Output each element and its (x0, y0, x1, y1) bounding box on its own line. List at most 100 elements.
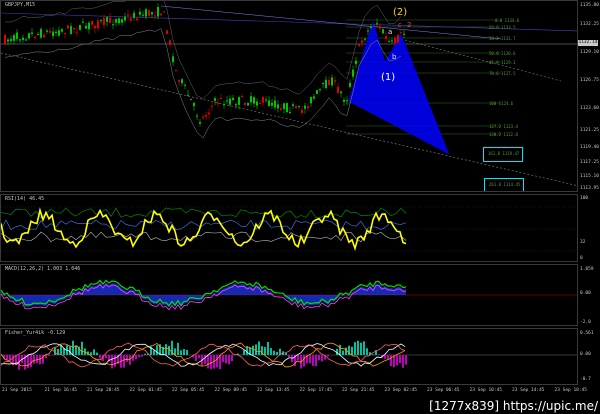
candle-body (265, 99, 267, 101)
candle-body (190, 99, 192, 101)
candle-body (220, 98, 222, 100)
fisher-bar (204, 355, 206, 365)
target-box-lower[interactable]: 261.8 1114.45 (484, 178, 524, 191)
candle-body (202, 116, 204, 118)
fisher-bar (402, 355, 404, 368)
rsi-band (1, 219, 407, 231)
fisher-bar (177, 342, 179, 355)
fisher-bar (111, 355, 113, 369)
candle-body (61, 29, 63, 32)
candle-body (211, 105, 213, 107)
fisher-bar (243, 350, 245, 355)
fisher-bar (342, 350, 344, 355)
fisher-bar (357, 340, 359, 355)
fisher-bar (81, 341, 83, 355)
macd-canvas (1, 279, 577, 311)
fisher-bar (387, 355, 389, 360)
current-price-marker: 1132.14 (578, 40, 598, 46)
candle-body (49, 30, 51, 33)
candle-body (280, 108, 282, 111)
fisher-bar (396, 355, 398, 366)
candle-body (223, 104, 225, 106)
fisher-bar (90, 352, 92, 355)
candle-body (226, 100, 228, 102)
wave-label-a: a (388, 28, 393, 36)
candle-body (130, 18, 132, 21)
candle-body (271, 102, 273, 106)
candle-body (340, 91, 342, 94)
fisher-bar (222, 355, 224, 363)
candle-body (244, 102, 246, 105)
fisher-bar (216, 355, 218, 368)
candle-body (37, 33, 39, 35)
candle-body (382, 29, 384, 34)
candle-body (160, 13, 162, 16)
candle-body (142, 14, 144, 16)
candle-body (259, 103, 261, 105)
price-chart-pane[interactable]: GBPJPY,M15 (2) (1) a b c 2 0.0 1134.6 23… (0, 0, 578, 192)
candle-body (148, 10, 150, 16)
target-box-label: 261.8 1114.45 (489, 182, 521, 187)
candle-body (328, 80, 330, 86)
candle-body (10, 38, 12, 42)
macd-tick: -2.0 (580, 320, 591, 325)
chart-symbol-label: GBPJPY,M15 (5, 2, 36, 8)
price-tick: 1117.25 (580, 160, 599, 165)
candle-body (175, 69, 177, 71)
fisher-tick: 0.00 (580, 352, 591, 357)
candle-body (22, 37, 24, 40)
time-label: 22 Sep 13:45 (257, 388, 290, 393)
fisher-bar (153, 350, 155, 355)
candle-body (286, 103, 288, 113)
fisher-indicator-pane[interactable]: Fisher_Yur4ik -0.129 (0, 328, 578, 385)
fisher-bar (45, 355, 47, 359)
fisher-bar (327, 355, 329, 357)
candle-body (121, 19, 123, 23)
wave-label-c: c (398, 21, 402, 29)
fisher-bar (228, 355, 230, 365)
candle-body (28, 33, 30, 39)
price-axis[interactable]: 1135.80 1132.25 1132.14 1129.10 1126.75 … (578, 0, 600, 394)
candle-body (133, 12, 135, 18)
candle-body (385, 36, 387, 40)
macd-label: MACD(12,26,2) 1.003 1.046 (5, 266, 81, 272)
target-box-upper[interactable]: 161.8 1119.47 (483, 147, 523, 162)
fisher-bar (144, 353, 146, 355)
candle-body (166, 30, 168, 34)
candle-body (238, 97, 240, 105)
fib-level-label: 78.6 1127.5 (489, 71, 516, 76)
fisher-bar (258, 341, 260, 355)
candle-body (331, 77, 333, 86)
rsi-indicator-pane[interactable]: RSI(14) 46.45 (0, 194, 578, 262)
fib-level-label: 0.0 1134.6 (495, 18, 520, 23)
fisher-bar (291, 355, 293, 363)
time-label: 23 Sep 18:45 (554, 388, 588, 393)
candle-body (316, 90, 318, 94)
candle-body (310, 97, 312, 104)
time-label: 23 Sep 06:45 (427, 388, 460, 393)
candle-body (235, 104, 237, 106)
candle-body (373, 25, 375, 27)
fisher-bar (390, 355, 392, 367)
fisher-bar (360, 342, 362, 355)
fisher-bar (405, 355, 407, 365)
candle-body (115, 19, 117, 23)
rsi-band (1, 207, 407, 219)
time-label: 23 Sep 10:45 (469, 388, 503, 393)
candle-body (400, 32, 402, 34)
wave-label-2: (2) (393, 7, 408, 18)
fisher-bar (126, 355, 128, 362)
time-label: 23 Sep 02:45 (384, 388, 418, 393)
candle-body (103, 17, 105, 26)
candle-body (25, 39, 27, 41)
candle-body (352, 69, 354, 77)
candle-body (349, 82, 351, 87)
candle-body (58, 30, 60, 36)
band-line (4, 28, 402, 139)
macd-indicator-pane[interactable]: MACD(12,26,2) 1.003 1.046 (0, 264, 578, 326)
candle-body (334, 80, 336, 82)
time-axis[interactable]: 21 Sep 2015 21 Sep 16:45 21 Sep 20:45 22 Se… (0, 386, 587, 396)
fisher-bar (318, 355, 320, 361)
candle-body (184, 84, 186, 86)
candle-body (295, 106, 297, 108)
